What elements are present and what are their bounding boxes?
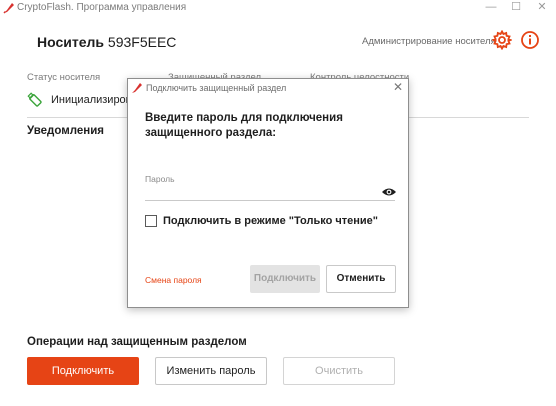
dialog-prompt: Введите пароль для подключения защищенно… (145, 112, 343, 139)
status-value: Инициализирова (51, 94, 138, 106)
dialog-connect-button: Подключить (250, 265, 320, 293)
dialog-titlebar: Подключить защищенный раздел ✕ (128, 79, 408, 97)
usb-drive-icon (27, 92, 42, 107)
window-titlebar: CryptoFlash. Программа управления — ☐ ✕ (0, 0, 556, 16)
maximize-button[interactable]: ☐ (503, 0, 529, 16)
change-password-link[interactable]: Смена пароля (145, 275, 202, 285)
operations-title: Операции над защищенным разделом (27, 336, 247, 348)
app-logo-icon (132, 83, 142, 93)
connect-button[interactable]: Подключить (27, 357, 139, 385)
clear-button: Очистить (283, 357, 395, 385)
change-password-button[interactable]: Изменить пароль (155, 357, 267, 385)
window-title: CryptoFlash. Программа управления (17, 2, 187, 13)
dialog-title: Подключить защищенный раздел (146, 83, 287, 93)
device-title: Носитель 593F5EEC (37, 34, 176, 50)
eye-icon[interactable] (381, 187, 397, 197)
notifications-title: Уведомления (27, 125, 104, 137)
password-label: Пароль (145, 174, 175, 184)
app-logo-icon (3, 3, 14, 14)
minimize-button[interactable]: — (478, 0, 504, 16)
readonly-label[interactable]: Подключить в режиме "Только чтение" (163, 215, 378, 227)
connect-partition-dialog: Подключить защищенный раздел ✕ Введите п… (127, 78, 409, 308)
close-window-button[interactable]: ✕ (529, 0, 555, 16)
readonly-checkbox[interactable] (145, 215, 157, 227)
device-id: 593F5EEC (107, 34, 177, 50)
info-icon[interactable] (520, 30, 540, 50)
password-input[interactable] (145, 185, 395, 201)
dialog-cancel-button[interactable]: Отменить (326, 265, 396, 293)
dialog-close-button[interactable]: ✕ (390, 80, 406, 96)
device-label: Носитель (37, 34, 105, 50)
gear-icon[interactable] (492, 30, 512, 50)
admin-link[interactable]: Администрирование носителя (362, 36, 496, 47)
status-label: Статус носителя (27, 72, 101, 83)
